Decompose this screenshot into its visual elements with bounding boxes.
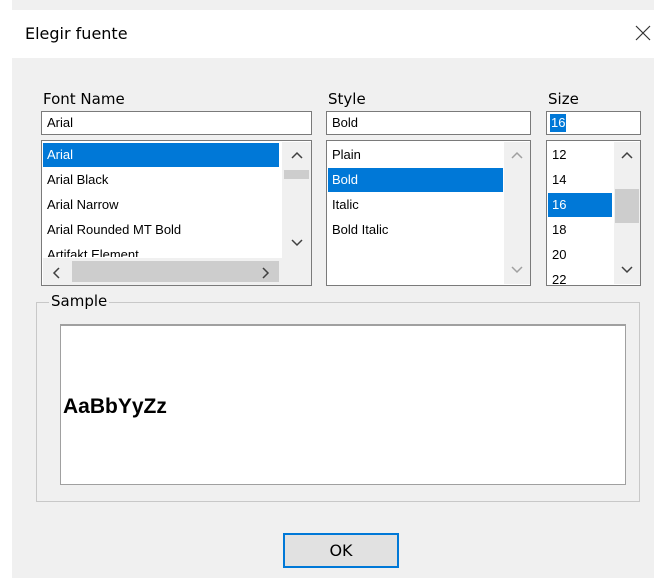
- font-name-input[interactable]: Arial: [41, 111, 312, 135]
- size-list-vscrollbar[interactable]: [614, 142, 640, 284]
- font-name-list[interactable]: Arial Arial Black Arial Narrow Arial Rou…: [41, 140, 312, 286]
- style-list-item-italic[interactable]: Italic: [328, 193, 359, 217]
- sample-preview-text: AaBbYyZz: [63, 395, 167, 418]
- sample-label: Sample: [49, 292, 110, 310]
- size-list-item-22[interactable]: 22: [548, 268, 566, 284]
- style-list-vscrollbar[interactable]: [504, 142, 530, 284]
- size-list-item-14[interactable]: 14: [548, 168, 566, 192]
- size-list-vscroll-thumb[interactable]: [615, 189, 639, 223]
- font-list-vscrollbar[interactable]: [282, 142, 311, 258]
- font-list-item-artifakt[interactable]: Artifakt Element: [43, 243, 139, 257]
- close-icon[interactable]: [628, 18, 654, 48]
- style-list-item-bold-italic[interactable]: Bold Italic: [328, 218, 388, 242]
- font-name-label: Font Name: [43, 90, 125, 108]
- font-list-item-arial-black[interactable]: Arial Black: [43, 168, 108, 192]
- style-list-item-bold[interactable]: Bold: [328, 168, 503, 192]
- style-label: Style: [328, 90, 366, 108]
- font-list-item-arial[interactable]: Arial: [43, 143, 279, 167]
- font-list-item-arial-narrow[interactable]: Arial Narrow: [43, 193, 119, 217]
- size-input-selected-text: 16: [550, 114, 567, 132]
- font-list-vscroll-thumb[interactable]: [284, 170, 309, 179]
- size-list-item-18[interactable]: 18: [548, 218, 566, 242]
- size-list[interactable]: 12 14 16 18 20 22: [546, 140, 641, 286]
- title-bar: Elegir fuente: [12, 10, 654, 58]
- dialog-title: Elegir fuente: [25, 24, 128, 43]
- size-label: Size: [548, 90, 579, 108]
- ok-button[interactable]: OK: [283, 533, 399, 568]
- font-list-hscrollbar[interactable]: [43, 258, 311, 285]
- chevron-down-icon[interactable]: [620, 265, 634, 275]
- size-input[interactable]: 16: [546, 111, 641, 135]
- style-list-item-plain[interactable]: Plain: [328, 143, 361, 167]
- style-input[interactable]: Bold: [326, 111, 531, 135]
- font-list-hscroll-thumb[interactable]: [72, 261, 279, 282]
- chevron-up-icon[interactable]: [290, 150, 304, 160]
- font-dialog: Elegir fuente Font Name Style Size Arial…: [0, 0, 654, 578]
- chevron-left-icon[interactable]: [51, 266, 61, 280]
- size-list-item-16[interactable]: 16: [548, 193, 612, 217]
- left-strip: [0, 0, 12, 578]
- size-list-item-20[interactable]: 20: [548, 243, 566, 267]
- style-list[interactable]: Plain Bold Italic Bold Italic: [326, 140, 531, 286]
- chevron-up-icon[interactable]: [620, 150, 634, 160]
- size-list-item-12[interactable]: 12: [548, 143, 566, 167]
- font-list-item-arial-rounded[interactable]: Arial Rounded MT Bold: [43, 218, 181, 242]
- chevron-right-icon[interactable]: [261, 266, 271, 280]
- chevron-down-icon[interactable]: [290, 238, 304, 248]
- chevron-down-icon[interactable]: [510, 265, 524, 275]
- chevron-up-icon[interactable]: [510, 150, 524, 160]
